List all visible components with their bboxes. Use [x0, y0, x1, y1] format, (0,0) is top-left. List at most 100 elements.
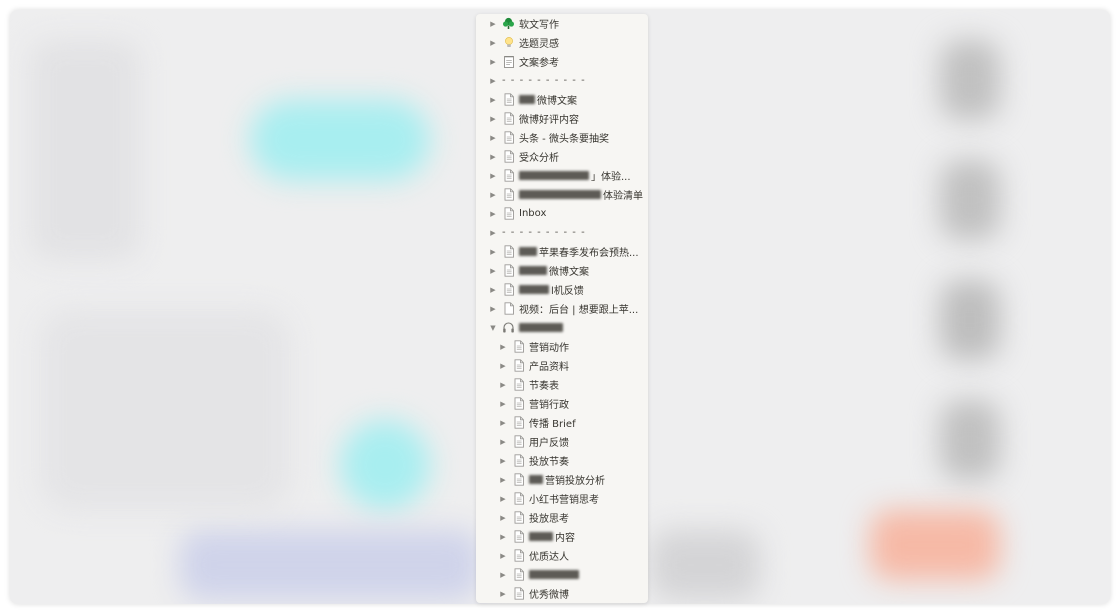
sidebar-item[interactable]: ▶ 营销动作 — [476, 337, 648, 356]
redacted-text — [519, 95, 535, 104]
sidebar-item[interactable]: ▶ 节奏表 — [476, 375, 648, 394]
sidebar-item[interactable]: ▶ 」体验... — [476, 166, 648, 185]
green-tree-icon — [502, 17, 515, 30]
sidebar-item[interactable]: ▶ 微博文案 — [476, 90, 648, 109]
page-icon — [502, 283, 515, 296]
sidebar-item[interactable]: ▶ 苹果春季发布会预热... — [476, 242, 648, 261]
sidebar-item[interactable]: ▶ 营销行政 — [476, 394, 648, 413]
chevron-right-icon[interactable]: ▶ — [498, 590, 508, 598]
sidebar-item[interactable]: ▶ 用户反馈 — [476, 432, 648, 451]
page-icon — [502, 169, 515, 182]
page-icon — [512, 378, 525, 391]
sidebar-item[interactable]: ▶ - - - - - - - - - - — [476, 223, 648, 242]
sidebar-item[interactable]: ▶ 视频：后台 | 想要跟上苹... — [476, 299, 648, 318]
sidebar-item-label: 传播 Brief — [529, 419, 576, 430]
sidebar-item-label: 营销行政 — [529, 400, 569, 411]
sidebar-item[interactable]: ▶ 软文写作 — [476, 14, 648, 33]
sidebar-item-label: 文案参考 — [519, 58, 559, 69]
chevron-right-icon[interactable]: ▶ — [498, 552, 508, 560]
sidebar-item[interactable]: ▶ 优秀微博 — [476, 584, 648, 603]
page-icon — [512, 359, 525, 372]
chevron-right-icon[interactable]: ▶ — [488, 305, 498, 313]
chevron-right-icon[interactable]: ▶ — [498, 495, 508, 503]
chevron-right-icon[interactable]: ▶ — [488, 96, 498, 104]
chevron-right-icon[interactable]: ▶ — [488, 153, 498, 161]
sidebar-item[interactable]: ▼ — [476, 318, 648, 337]
chevron-right-icon[interactable]: ▶ — [498, 343, 508, 351]
sidebar-item-label: 苹果春季发布会预热... — [539, 248, 639, 259]
chevron-right-icon[interactable]: ▶ — [488, 267, 498, 275]
chevron-right-icon[interactable]: ▶ — [488, 286, 498, 294]
chevron-right-icon[interactable]: ▶ — [498, 571, 508, 579]
sidebar-item[interactable]: ▶ l机反馈 — [476, 280, 648, 299]
chevron-right-icon[interactable]: ▶ — [488, 39, 498, 47]
page-icon — [512, 454, 525, 467]
sidebar-item-label: 投放思考 — [529, 514, 569, 525]
chevron-right-icon[interactable]: ▶ — [488, 191, 498, 199]
sidebar-item[interactable]: ▶ Inbox — [476, 204, 648, 223]
redacted-text — [519, 285, 549, 294]
sidebar-item-label: 内容 — [555, 533, 575, 544]
chevron-right-icon[interactable]: ▶ — [498, 438, 508, 446]
chevron-right-icon[interactable]: ▶ — [488, 58, 498, 66]
sidebar-item[interactable]: ▶ - - - - - - - - - - — [476, 71, 648, 90]
chevron-right-icon[interactable]: ▶ — [488, 20, 498, 28]
blur-blob — [250, 100, 430, 180]
page-icon — [512, 416, 525, 429]
chevron-right-icon[interactable]: ▶ — [488, 229, 498, 237]
chevron-right-icon[interactable]: ▶ — [498, 362, 508, 370]
redacted-text — [529, 532, 553, 541]
sidebar-item[interactable]: ▶ 优质达人 — [476, 546, 648, 565]
blur-blob — [940, 160, 1000, 240]
chevron-right-icon[interactable]: ▶ — [488, 134, 498, 142]
sidebar-item[interactable]: ▶ 小红书营销思考 — [476, 489, 648, 508]
sidebar-item[interactable]: ▶ 投放思考 — [476, 508, 648, 527]
sidebar-item[interactable]: ▶ — [476, 565, 648, 584]
sidebar-item[interactable]: ▶ 微博文案 — [476, 261, 648, 280]
sidebar-item[interactable]: ▶ 传播 Brief — [476, 413, 648, 432]
sidebar-item-label: 优秀微博 — [529, 590, 569, 601]
chevron-right-icon[interactable]: ▶ — [488, 248, 498, 256]
blur-blob — [30, 40, 140, 260]
sidebar-item-label: 视频：后台 | 想要跟上苹... — [519, 305, 639, 316]
chevron-right-icon[interactable]: ▶ — [498, 514, 508, 522]
sidebar-item-label: 产品资料 — [529, 362, 569, 373]
sidebar-item-label: 微博文案 — [549, 267, 589, 278]
chevron-right-icon[interactable]: ▶ — [488, 172, 498, 180]
blur-blob — [40, 310, 290, 510]
sidebar-item[interactable]: ▶ 体验清单 — [476, 185, 648, 204]
blur-blob — [940, 280, 1000, 360]
sidebar-item[interactable]: ▶ 内容 — [476, 527, 648, 546]
sidebar-item[interactable]: ▶ 选题灵感 — [476, 33, 648, 52]
chevron-right-icon[interactable]: ▶ — [488, 115, 498, 123]
chevron-right-icon[interactable]: ▶ — [498, 476, 508, 484]
chevron-right-icon[interactable]: ▶ — [498, 533, 508, 541]
sidebar-item-label: 头条 - 微头条要抽奖 — [519, 134, 609, 145]
redacted-text — [519, 171, 589, 180]
sidebar-item[interactable]: ▶ 受众分析 — [476, 147, 648, 166]
chevron-right-icon[interactable]: ▶ — [498, 381, 508, 389]
chevron-down-icon[interactable]: ▼ — [488, 324, 498, 332]
sidebar-item-label: - - - - - - - - - - — [502, 75, 586, 86]
chevron-right-icon[interactable]: ▶ — [498, 419, 508, 427]
sidebar-item[interactable]: ▶ 文案参考 — [476, 52, 648, 71]
page-icon — [512, 511, 525, 524]
sidebar-item-label: 优质达人 — [529, 552, 569, 563]
sidebar-item-label: Inbox — [519, 208, 547, 219]
chevron-right-icon[interactable]: ▶ — [498, 400, 508, 408]
blur-blob — [870, 510, 1000, 580]
sidebar-item[interactable]: ▶ 投放节奏 — [476, 451, 648, 470]
blur-blob — [650, 530, 760, 600]
sidebar-item-label: 微博文案 — [537, 96, 577, 107]
blur-blob — [340, 420, 430, 510]
sidebar-item[interactable]: ▶ 产品资料 — [476, 356, 648, 375]
redacted-text — [519, 190, 601, 199]
chevron-right-icon[interactable]: ▶ — [488, 210, 498, 218]
sidebar-item[interactable]: ▶ 头条 - 微头条要抽奖 — [476, 128, 648, 147]
sidebar-item[interactable]: ▶ 微博好评内容 — [476, 109, 648, 128]
chevron-right-icon[interactable]: ▶ — [498, 457, 508, 465]
sidebar-item[interactable]: ▶ 营销投放分析 — [476, 470, 648, 489]
chevron-right-icon[interactable]: ▶ — [488, 77, 498, 85]
page-icon — [512, 492, 525, 505]
page-icon — [512, 587, 525, 600]
